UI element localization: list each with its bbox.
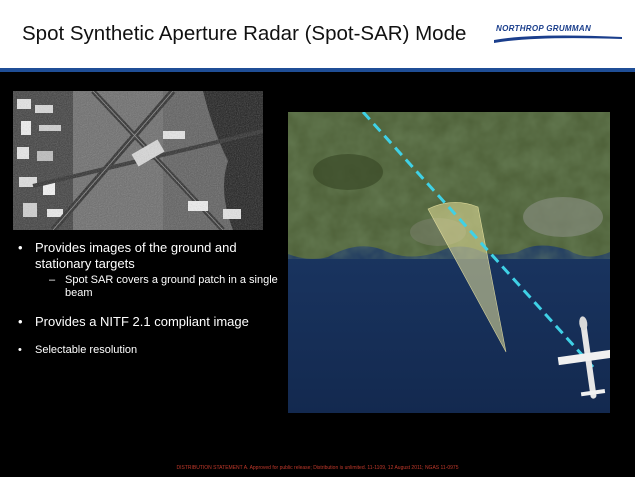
bullet-item: • Provides a NITF 2.1 compliant image bbox=[18, 314, 249, 329]
bullet-item: • Provides images of the ground and stat… bbox=[18, 240, 237, 271]
logo-wordmark: NORTHROP GRUMMAN bbox=[496, 24, 592, 33]
bullet-text: Provides images of the ground and statio… bbox=[35, 240, 237, 271]
bullet-text: Selectable resolution bbox=[35, 344, 138, 356]
bullet-list: • Provides images of the ground and stat… bbox=[18, 240, 278, 357]
sub-bullet-text: Spot SAR covers a ground patch in a sing… bbox=[65, 274, 278, 299]
title-bar: Spot Synthetic Aperture Radar (Spot-SAR)… bbox=[0, 0, 635, 68]
bullet-item: • Selectable resolution bbox=[18, 344, 138, 356]
bullet-text: Provides a NITF 2.1 compliant image bbox=[35, 314, 249, 329]
northrop-grumman-logo: NORTHROP GRUMMAN bbox=[494, 22, 622, 46]
slide-title: Spot Synthetic Aperture Radar (Spot-SAR)… bbox=[22, 22, 467, 45]
satellite-beam-image bbox=[288, 112, 610, 413]
title-rule bbox=[0, 68, 635, 72]
distribution-statement: DISTRIBUTION STATEMENT A. Approved for p… bbox=[176, 465, 459, 471]
logo-swoosh-icon bbox=[494, 35, 622, 43]
slide: Spot Synthetic Aperture Radar (Spot-SAR)… bbox=[0, 0, 635, 477]
sub-bullet-item: – Spot SAR covers a ground patch in a si… bbox=[49, 274, 278, 299]
sar-airfield-image bbox=[13, 91, 263, 230]
